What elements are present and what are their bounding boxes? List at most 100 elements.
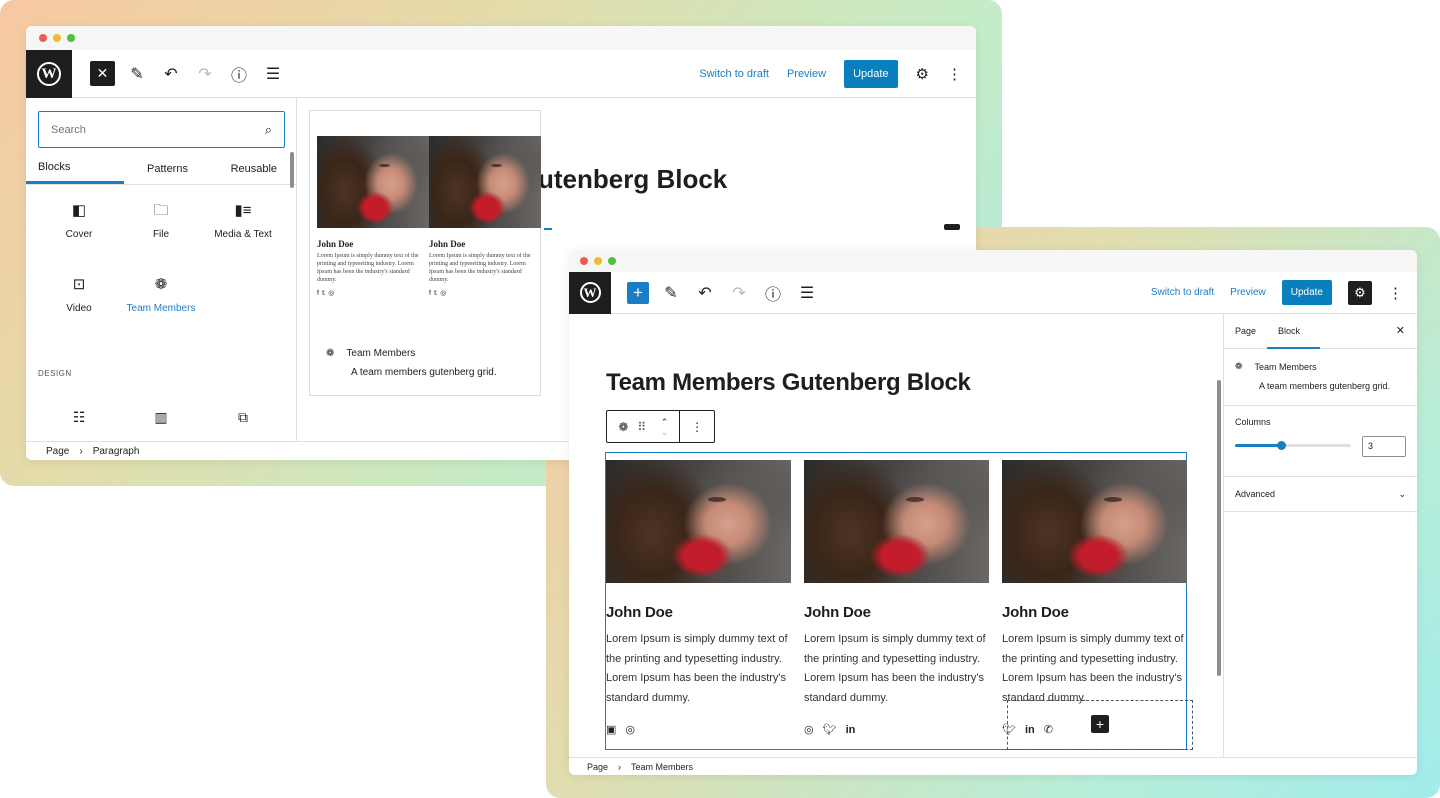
inserter-scrollbar[interactable] xyxy=(290,152,294,188)
advanced-panel-toggle[interactable]: Advanced ⌄ xyxy=(1224,477,1417,512)
instagram-icon[interactable]: ◎ xyxy=(625,723,635,736)
member-photo xyxy=(804,460,989,583)
member-name[interactable]: John Doe xyxy=(804,604,989,621)
social-icons: f𝕥◎ xyxy=(429,289,534,297)
info-icon[interactable]: ⓘ xyxy=(761,281,785,305)
block-item-cover[interactable]: ◧ Cover xyxy=(38,202,120,260)
block-item-team-members[interactable]: ❁ Team Members xyxy=(120,276,202,334)
drag-handle-icon[interactable]: ⠿ xyxy=(634,411,650,442)
block-description: A team members gutenberg grid. xyxy=(351,367,497,378)
close-icon[interactable]: ✕ xyxy=(1396,314,1405,349)
columns-number-input[interactable]: 3 xyxy=(1362,436,1406,457)
edit-pencil-icon[interactable]: ✎ xyxy=(659,281,683,305)
tab-patterns[interactable]: Patterns xyxy=(124,153,210,184)
add-block-button[interactable]: + xyxy=(627,281,649,304)
settings-gear-icon[interactable]: ⚙ xyxy=(1348,280,1372,305)
wordpress-logo-icon[interactable]: W xyxy=(569,271,611,314)
block-item-video[interactable]: ⊡ Video xyxy=(38,276,120,334)
minimize-dot[interactable] xyxy=(53,34,61,42)
minimize-dot[interactable] xyxy=(594,257,602,265)
twitter-icon[interactable]: 🐦︎ xyxy=(823,723,837,736)
block-name: Team Members xyxy=(1254,361,1317,372)
reusable-icon[interactable]: ⧉ xyxy=(202,409,284,426)
add-block-appender-button[interactable]: + xyxy=(1091,715,1109,733)
member-name: John Doe xyxy=(317,239,354,249)
member-photo xyxy=(606,460,791,583)
preview-button[interactable]: Preview xyxy=(1230,287,1266,298)
page-title[interactable]: utenberg Block xyxy=(538,164,727,195)
tab-reusable[interactable]: Reusable xyxy=(211,153,297,184)
update-button[interactable]: Update xyxy=(1281,280,1332,305)
team-icon[interactable]: ❁ xyxy=(613,411,634,442)
linkedin-icon[interactable]: in xyxy=(846,724,856,736)
page-title[interactable]: Team Members Gutenberg Block xyxy=(606,369,971,397)
maximize-dot[interactable] xyxy=(67,34,75,42)
more-options-icon[interactable]: ⋮ xyxy=(947,65,962,83)
member-photo xyxy=(317,136,429,228)
member-bio[interactable]: Lorem Ipsum is simply dummy text of the … xyxy=(606,630,791,708)
block-item-file[interactable]: 🗀 File xyxy=(120,202,202,260)
redo-icon[interactable]: ↷ xyxy=(193,62,217,86)
columns-slider[interactable] xyxy=(1235,441,1351,450)
block-toolbar: ❁ ⠿ ⌃ ⌄ ⋮ xyxy=(606,410,715,443)
member-bio: Lorem Ipsum is simply dummy text of the … xyxy=(317,253,419,283)
close-inserter-button[interactable]: ✕ xyxy=(90,61,115,86)
switch-to-draft-button[interactable]: Switch to draft xyxy=(699,68,769,80)
tab-block[interactable]: Block xyxy=(1267,314,1321,349)
list-view-icon[interactable]: ☰ xyxy=(261,62,285,86)
member-name[interactable]: John Doe xyxy=(1002,604,1187,621)
redo-icon[interactable]: ↷ xyxy=(727,281,751,305)
columns-icon[interactable]: ▥ xyxy=(120,409,202,426)
canvas-scrollbar[interactable] xyxy=(1217,380,1221,676)
facebook-icon[interactable]: ▣ xyxy=(606,723,616,736)
block-item-media-text[interactable]: ▮≡ Media & Text xyxy=(202,202,284,260)
breadcrumb-team-members[interactable]: Team Members xyxy=(631,762,693,772)
close-dot[interactable] xyxy=(580,257,588,265)
breadcrumb-page[interactable]: Page xyxy=(587,762,608,772)
member-photo xyxy=(1002,460,1187,583)
settings-gear-icon[interactable]: ⚙ xyxy=(916,65,929,83)
instagram-icon[interactable]: ◎ xyxy=(804,723,814,736)
info-icon[interactable]: ⓘ xyxy=(227,62,251,86)
close-dot[interactable] xyxy=(39,34,47,42)
breadcrumb-paragraph[interactable]: Paragraph xyxy=(93,446,140,457)
undo-icon[interactable]: ↶ xyxy=(693,281,717,305)
block-inserter-panel: ⌕ Blocks Patterns Reusable ◧ Cover 🗀 Fil… xyxy=(26,98,297,442)
social-icons: ▣ ◎ xyxy=(606,723,791,736)
editor-toolbar: W + ✎ ↶ ↷ ⓘ ☰ Switch to draft Preview Up… xyxy=(569,271,1417,314)
member-bio[interactable]: Lorem Ipsum is simply dummy text of the … xyxy=(804,630,989,708)
block-options-icon[interactable]: ⋮ xyxy=(680,411,714,442)
preview-button[interactable]: Preview xyxy=(787,68,826,80)
group-icon[interactable]: ☷ xyxy=(38,409,120,426)
instagram-icon: ◎ xyxy=(328,290,338,297)
tab-blocks[interactable]: Blocks xyxy=(26,153,125,184)
inserter-search[interactable]: ⌕ xyxy=(38,111,285,148)
update-button[interactable]: Update xyxy=(844,59,898,88)
window-chrome xyxy=(26,26,976,50)
slider-thumb[interactable] xyxy=(1277,441,1287,450)
search-input[interactable] xyxy=(51,123,265,136)
member-card: John Doe Lorem Ipsum is simply dummy tex… xyxy=(804,460,989,736)
breadcrumb-page[interactable]: Page xyxy=(46,446,69,457)
move-up-down-icon[interactable]: ⌃ ⌄ xyxy=(650,411,680,442)
advanced-label: Advanced xyxy=(1235,489,1276,499)
video-icon: ⊡ xyxy=(72,276,86,293)
edit-pencil-icon[interactable]: ✎ xyxy=(125,62,149,86)
block-preview-card: John Doe Lorem Ipsum is simply dummy tex… xyxy=(309,110,541,396)
settings-sidebar: Page Block ✕ ❁ Team Members A team membe… xyxy=(1223,314,1417,757)
member-name[interactable]: John Doe xyxy=(606,604,791,621)
tab-page[interactable]: Page xyxy=(1224,314,1267,349)
preview-block-info: ❁ Team Members A team members gutenberg … xyxy=(326,348,536,378)
undo-icon[interactable]: ↶ xyxy=(159,62,183,86)
list-view-icon[interactable]: ☰ xyxy=(795,281,819,305)
block-list: ◧ Cover 🗀 File ▮≡ Media & Text ⊡ Video ❁… xyxy=(38,202,284,334)
chevron-right-icon: › xyxy=(618,761,622,772)
cover-icon: ◧ xyxy=(71,202,87,219)
member-card: John Doe Lorem Ipsum is simply dummy tex… xyxy=(606,460,791,736)
maximize-dot[interactable] xyxy=(608,257,616,265)
breadcrumb: Page › Team Members xyxy=(569,757,1417,775)
more-options-icon[interactable]: ⋮ xyxy=(1388,284,1403,302)
wordpress-logo-icon[interactable]: W xyxy=(26,49,72,98)
switch-to-draft-button[interactable]: Switch to draft xyxy=(1151,287,1214,298)
member-bio[interactable]: Lorem Ipsum is simply dummy text of the … xyxy=(1002,630,1187,708)
